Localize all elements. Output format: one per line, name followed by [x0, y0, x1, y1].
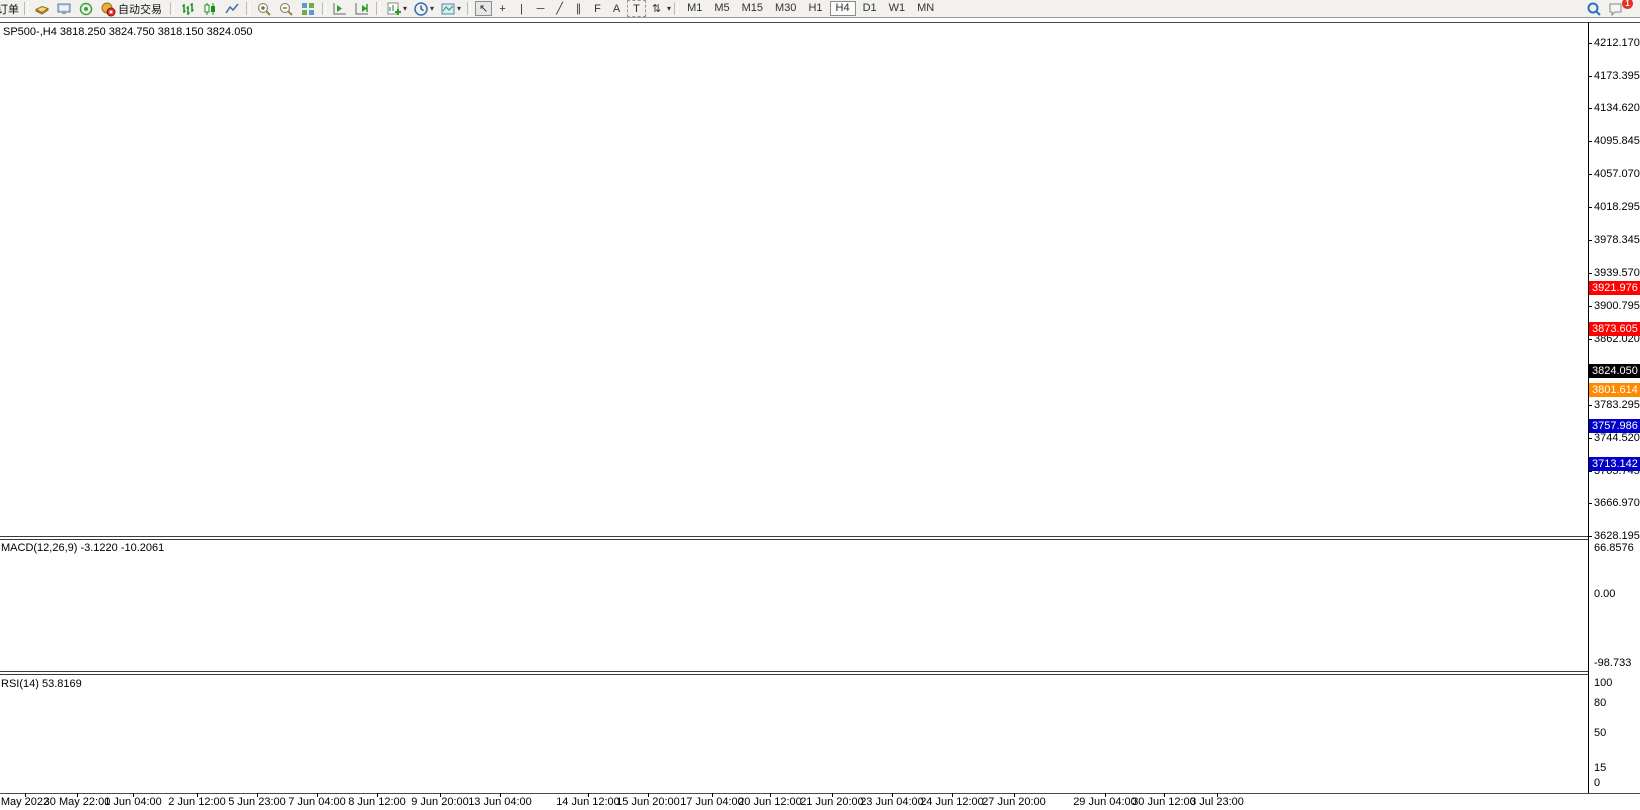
price-tick — [1588, 405, 1592, 406]
price-tick-label: 4095.845 — [1594, 135, 1640, 147]
time-tick-label: May 2022 — [1, 796, 49, 808]
time-tick-label: 23 Jun 04:00 — [860, 796, 924, 808]
price-tick-label: 3939.570 — [1594, 267, 1640, 279]
chart-title: SP500-,H4 3818.250 3824.750 3818.150 382… — [3, 26, 253, 38]
time-tick-label: 14 Jun 12:00 — [556, 796, 620, 808]
price-tick — [1588, 339, 1592, 340]
rsi-axis-label: 50 — [1594, 727, 1606, 739]
price-tick — [1588, 108, 1592, 109]
price-tick-label: 3666.970 — [1594, 497, 1640, 509]
time-tick-label: 21 Jun 20:00 — [800, 796, 864, 808]
price-tick-label: 4212.170 — [1594, 37, 1640, 49]
time-tick-label: 17 Jun 04:00 — [680, 796, 744, 808]
time-tick-label: 8 Jun 12:00 — [348, 796, 406, 808]
time-tick-label: 2 Jun 12:00 — [168, 796, 226, 808]
time-tick-label: 20 Jun 12:00 — [738, 796, 802, 808]
price-tick-label: 4134.620 — [1594, 102, 1640, 114]
time-tick-label: 30 May 22:00 — [44, 796, 111, 808]
rsi-axis-label: 0 — [1594, 777, 1600, 789]
price-level-badge: 3873.605 — [1589, 322, 1640, 336]
time-tick-label: 29 Jun 04:00 — [1073, 796, 1137, 808]
price-tick-label: 3783.295 — [1594, 399, 1640, 411]
price-tick — [1588, 438, 1592, 439]
notification-badge: 1 — [1622, 0, 1633, 9]
mt4-window: { "toolbar": { "order_label": "订单", "aut… — [0, 0, 1640, 810]
price-tick — [1588, 174, 1592, 175]
notifications-button[interactable]: 1 — [1606, 1, 1626, 17]
time-tick-label: 3 Jul 23:00 — [1190, 796, 1244, 808]
macd-axis-label: 66.8576 — [1594, 542, 1634, 554]
price-tick — [1588, 536, 1592, 537]
time-tick-label: 9 Jun 20:00 — [411, 796, 469, 808]
time-tick-label: 5 Jun 23:00 — [228, 796, 286, 808]
price-tick — [1588, 240, 1592, 241]
price-tick-label: 3978.345 — [1594, 234, 1640, 246]
price-tick-label: 3900.795 — [1594, 300, 1640, 312]
price-tick — [1588, 76, 1592, 77]
time-tick-label: 27 Jun 20:00 — [982, 796, 1046, 808]
rsi-axis-label: 15 — [1594, 762, 1606, 774]
price-level-badge: 3921.976 — [1589, 281, 1640, 295]
price-tick — [1588, 207, 1592, 208]
price-tick-label: 3744.520 — [1594, 432, 1640, 444]
chart-canvas[interactable] — [0, 0, 1588, 810]
macd-axis-label: -98.733 — [1594, 657, 1631, 669]
price-tick — [1588, 273, 1592, 274]
macd-label: MACD(12,26,9) -3.1220 -10.2061 — [1, 542, 164, 554]
price-level-badge: 3757.986 — [1589, 419, 1640, 433]
price-tick — [1588, 141, 1592, 142]
price-tick — [1588, 503, 1592, 504]
time-tick-label: 30 Jun 12:00 — [1132, 796, 1196, 808]
price-tick — [1588, 306, 1592, 307]
macd-axis-label: 0.00 — [1594, 588, 1615, 600]
time-tick-label: 1 Jun 04:00 — [104, 796, 162, 808]
price-tick-label: 4173.395 — [1594, 70, 1640, 82]
price-level-badge: 3713.142 — [1589, 457, 1640, 471]
price-tick-label: 3628.195 — [1594, 530, 1640, 542]
price-level-badge: 3824.050 — [1589, 364, 1640, 378]
rsi-axis-label: 100 — [1594, 677, 1612, 689]
price-tick — [1588, 43, 1592, 44]
price-level-badge: 3801.614 — [1589, 383, 1640, 397]
price-tick-label: 4018.295 — [1594, 201, 1640, 213]
rsi-label: RSI(14) 53.8169 — [1, 678, 82, 690]
price-axis-border — [1588, 22, 1589, 793]
price-tick-label: 4057.070 — [1594, 168, 1640, 180]
time-tick-label: 15 Jun 20:00 — [616, 796, 680, 808]
time-tick-label: 7 Jun 04:00 — [288, 796, 346, 808]
time-tick-label: 13 Jun 04:00 — [468, 796, 532, 808]
time-tick-label: 24 Jun 12:00 — [920, 796, 984, 808]
rsi-axis-label: 80 — [1594, 697, 1606, 709]
